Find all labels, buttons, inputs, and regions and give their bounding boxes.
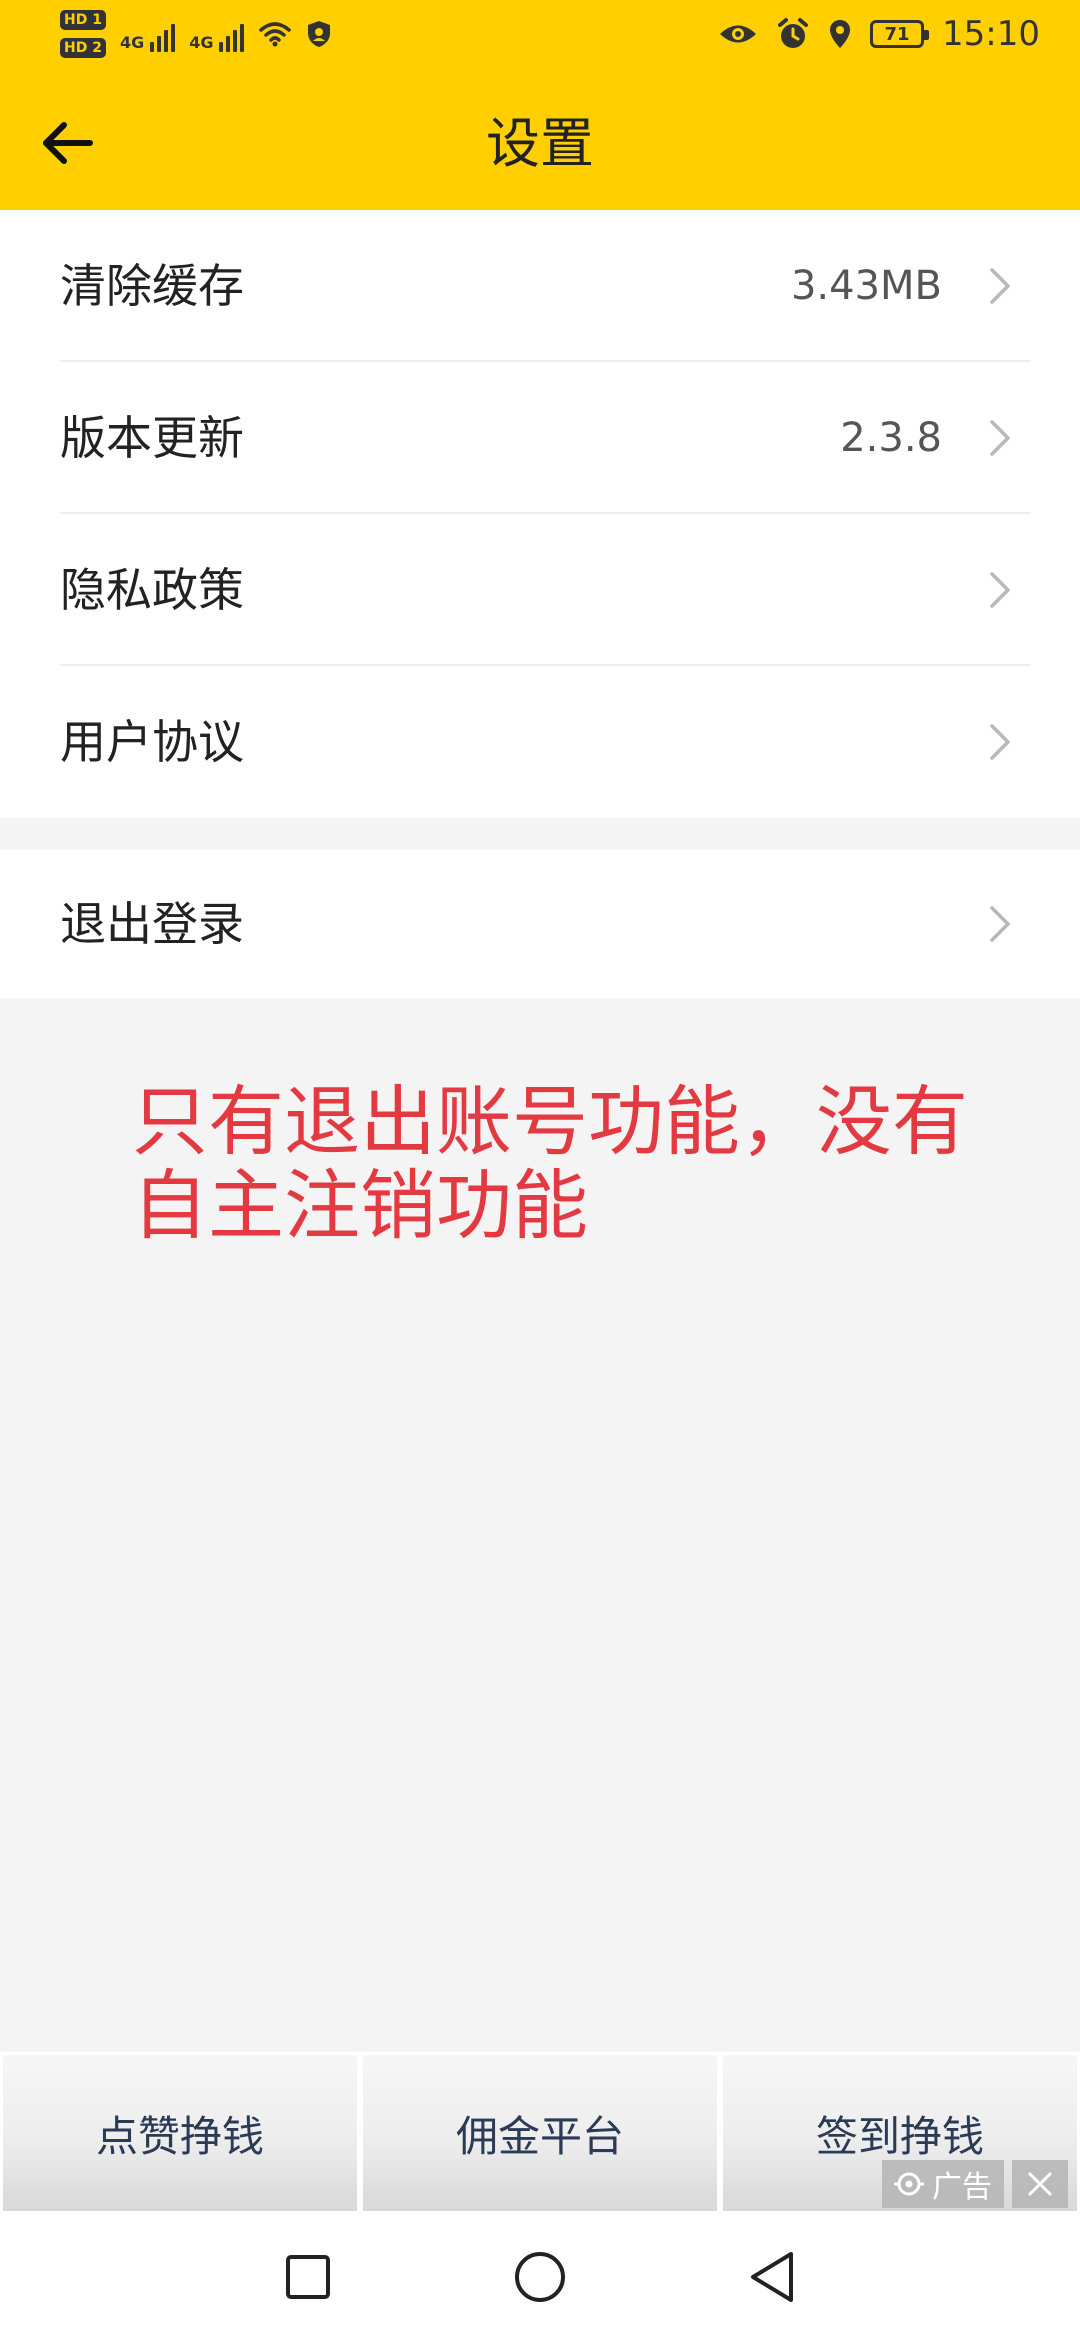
tab-like-earn[interactable]: 点赞挣钱 [0,2052,360,2214]
ad-badge: 广告 [882,2160,1004,2208]
back-button[interactable] [32,108,102,178]
status-right: 71 15:10 [718,14,1040,54]
user-agreement-label: 用户协议 [60,715,244,769]
recent-apps-button[interactable] [271,2240,345,2314]
settings-row-version-update[interactable]: 版本更新 2.3.8 [0,362,1080,514]
status-time: 15:10 [942,14,1040,54]
page-title: 设置 [486,112,594,175]
network-2: 4G [189,16,245,52]
hd2-badge: HD 2 [60,38,106,58]
circle-icon [515,2252,565,2302]
settings-screen: HD 1 HD 2 4G 4G 71 15:10 设置 清除缓存 3.43MB … [0,0,1080,2340]
logout-label: 退出登录 [60,897,244,951]
arrow-left-icon [43,122,93,164]
chevron-right-icon [990,906,1010,942]
version-value: 2.3.8 [840,415,942,461]
alarm-icon [778,18,809,48]
tab-commission-platform[interactable]: 佣金平台 [360,2052,720,2214]
chevron-right-icon [990,724,1010,760]
logout-group: 退出登录 [0,850,1080,998]
square-icon [286,2255,330,2299]
chevron-right-icon [990,572,1010,608]
ad-label: 广告 [932,2170,992,2205]
signal-2-icon [219,24,245,52]
triangle-back-icon [751,2252,793,2302]
battery-level: 71 [884,23,910,45]
wifi-icon [259,22,292,47]
ad-target-icon [894,2172,924,2196]
title-bar: 设置 [0,78,1080,210]
settings-row-user-agreement[interactable]: 用户协议 [0,666,1080,818]
version-update-label: 版本更新 [60,411,244,465]
clear-cache-label: 清除缓存 [60,259,244,313]
battery-icon: 71 [870,20,930,48]
chevron-right-icon [990,420,1010,456]
sim-indicators: HD 1 HD 2 [60,10,106,58]
hd1-badge: HD 1 [60,10,106,30]
network-1-label: 4G [119,33,145,52]
location-icon [830,20,851,48]
network-1: 4G [119,16,176,52]
top-header-area: HD 1 HD 2 4G 4G 71 15:10 设置 [0,0,1080,210]
ad-close-button[interactable] [1012,2160,1068,2208]
cache-size-value: 3.43MB [790,263,942,309]
settings-row-logout[interactable]: 退出登录 [0,850,1080,998]
status-left: HD 1 HD 2 4G 4G [60,10,332,58]
settings-group: 清除缓存 3.43MB 版本更新 2.3.8 隐私政策 用户协议 [0,210,1080,818]
system-back-button[interactable] [735,2240,809,2314]
chevron-right-icon [990,268,1010,304]
annotation-text: 只有退出账号功能，没有自主注销功能 [132,1077,968,1250]
settings-row-clear-cache[interactable]: 清除缓存 3.43MB [0,210,1080,362]
settings-row-privacy-policy[interactable]: 隐私政策 [0,514,1080,666]
privacy-policy-label: 隐私政策 [60,563,244,617]
status-bar: HD 1 HD 2 4G 4G 71 15:10 [0,0,1080,78]
home-button[interactable] [503,2240,577,2314]
network-2-label: 4G [189,33,214,52]
signal-1-icon [150,24,176,52]
close-icon [1028,2172,1052,2196]
system-navigation-bar [0,2214,1080,2340]
shield-icon [308,21,331,47]
eye-icon [720,25,757,43]
